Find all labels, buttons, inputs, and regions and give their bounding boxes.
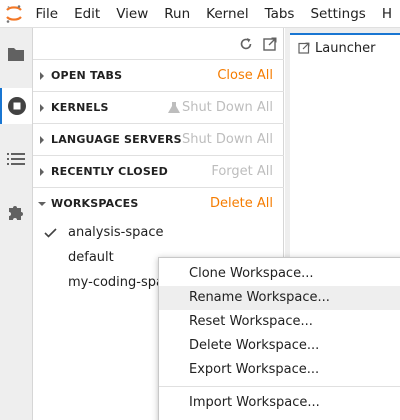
launcher-icon [298,42,310,54]
menu-separator [159,386,400,387]
section-title: WORKSPACES [51,197,139,210]
open-new-window-icon[interactable] [263,37,277,51]
menu-help[interactable]: H [374,0,400,28]
menu-rename-workspace[interactable]: Rename Workspace... [159,286,400,310]
menu-delete-workspace[interactable]: Delete Workspace... [159,334,400,358]
menu-file[interactable]: File [27,0,66,28]
caret-right-icon [33,167,51,176]
extension-manager-button[interactable] [0,194,32,230]
menu-clone-workspace[interactable]: Clone Workspace... [159,262,400,286]
folder-icon [8,48,24,61]
workspace-name: analysis-space [68,225,164,240]
puzzle-icon [9,206,23,220]
tab-launcher[interactable]: Launcher [290,33,400,61]
shutdown-icon [168,101,180,113]
menu-reset-workspace[interactable]: Reset Workspace... [159,310,400,334]
panel-toolbar [239,34,277,54]
shut-down-all-kernels-button[interactable]: Shut Down All [182,100,273,115]
menu-export-workspace[interactable]: Export Workspace... [159,358,400,382]
section-title: LANGUAGE SERVERS [51,133,182,146]
workspace-context-menu: Clone Workspace... Rename Workspace... R… [158,257,400,420]
caret-down-icon [33,201,51,207]
menu-import-workspace[interactable]: Import Workspace... [159,391,400,415]
section-language-servers[interactable]: LANGUAGE SERVERS Shut Down All [33,123,284,155]
refresh-icon[interactable] [239,37,253,51]
check-icon [33,227,68,238]
close-all-button[interactable]: Close All [217,68,273,83]
workspace-item[interactable]: analysis-space [33,220,284,245]
section-recently-closed[interactable]: RECENTLY CLOSED Forget All [33,155,284,187]
table-of-contents-button[interactable] [0,141,32,177]
tab-label: Launcher [315,40,376,56]
delete-all-button[interactable]: Delete All [210,196,273,211]
section-title: RECENTLY CLOSED [51,165,168,178]
running-sessions-button[interactable] [0,88,32,124]
stop-circle-icon [8,97,26,115]
caret-right-icon [33,103,51,112]
shut-down-all-servers-button[interactable]: Shut Down All [182,132,273,147]
file-browser-button[interactable] [0,36,32,72]
menu-run[interactable]: Run [156,0,198,28]
section-kernels[interactable]: KERNELS Shut Down All [33,91,284,123]
section-open-tabs[interactable]: OPEN TABS Close All [33,59,284,91]
section-title: OPEN TABS [51,69,123,82]
menu-tabs[interactable]: Tabs [257,0,303,28]
activity-bar [0,28,33,420]
menu-bar: File Edit View Run Kernel Tabs Settings … [0,0,400,28]
caret-right-icon [33,71,51,80]
section-title: KERNELS [51,101,109,114]
caret-right-icon [33,135,51,144]
menu-view[interactable]: View [108,0,156,28]
list-icon [7,153,25,165]
menu-edit[interactable]: Edit [66,0,108,28]
menu-kernel[interactable]: Kernel [198,0,256,28]
forget-all-button[interactable]: Forget All [211,164,273,179]
jupyter-logo-icon[interactable] [0,0,27,28]
section-workspaces[interactable]: WORKSPACES Delete All [33,187,284,219]
menu-settings[interactable]: Settings [302,0,373,28]
workspace-name: default [68,250,114,265]
